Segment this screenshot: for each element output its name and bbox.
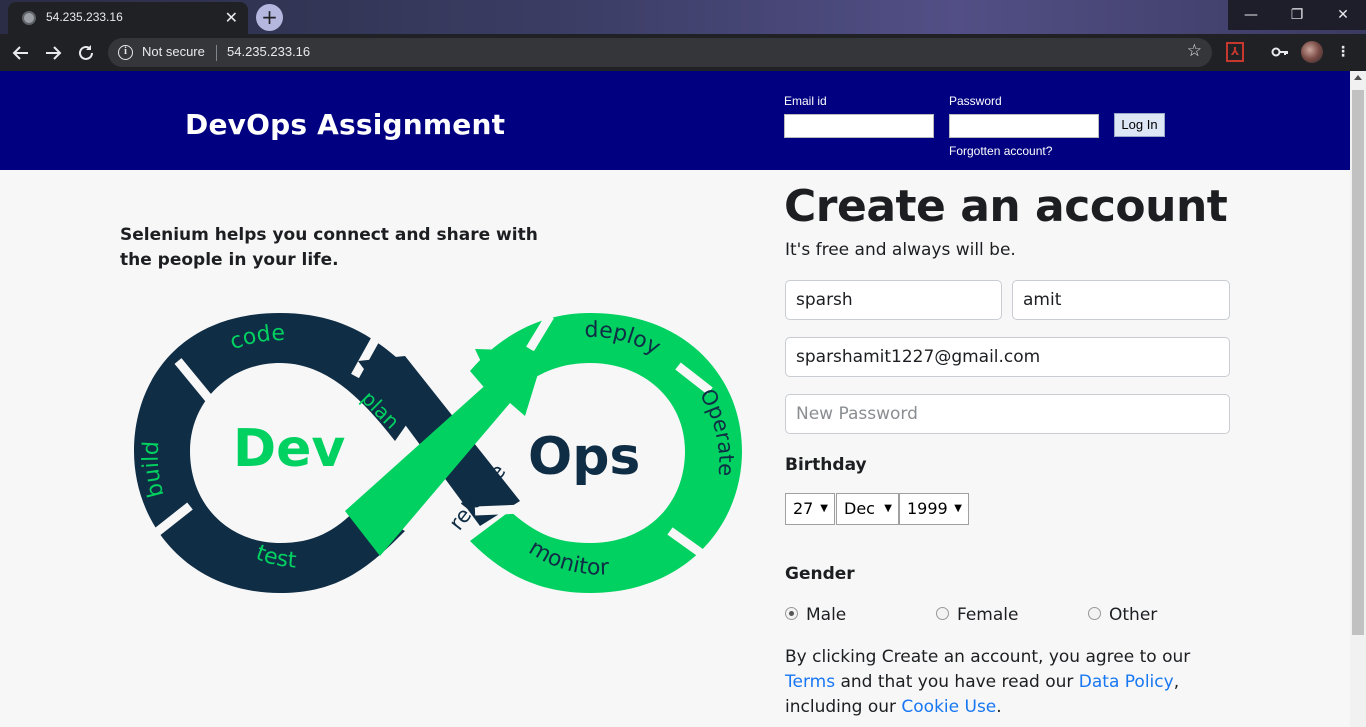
cookie-use-link[interactable]: Cookie Use	[901, 697, 996, 717]
gender-label: Gender	[785, 564, 855, 584]
terms-link[interactable]: Terms	[785, 672, 835, 692]
create-account-title: Create an account	[784, 181, 1228, 232]
close-window-button[interactable]: ✕	[1320, 0, 1366, 30]
first-name-input[interactable]: sparsh	[785, 280, 1002, 320]
login-email-input[interactable]	[784, 114, 934, 138]
email-label: Email id	[784, 94, 827, 108]
dev-label: Dev	[233, 419, 345, 479]
maximize-button[interactable]: ❐	[1274, 0, 1320, 30]
birthday-label: Birthday	[785, 455, 867, 475]
gender-radio-male[interactable]	[785, 607, 798, 620]
chevron-down-icon: ▼	[954, 503, 962, 514]
tab-strip: 54.235.233.16 ✕ + — ❐ ✕	[0, 0, 1366, 34]
birthday-month-select[interactable]: Dec ▼	[836, 493, 899, 525]
birthday-day-value: 27	[793, 499, 814, 518]
browser-toolbar: i Not secure 54.235.233.16 ☆ ⅄ ⋮	[0, 34, 1366, 71]
profile-avatar[interactable]	[1301, 41, 1323, 63]
tab-close-icon[interactable]: ✕	[225, 8, 238, 27]
birthday-year-value: 1999	[907, 499, 948, 518]
login-password-input[interactable]	[949, 114, 1099, 138]
scrollbar-thumb[interactable]	[1352, 90, 1364, 635]
tagline: Selenium helps you connect and share wit…	[120, 225, 538, 270]
forgotten-account-link[interactable]: Forgotten account?	[949, 144, 1052, 158]
devops-logo: Dev Ops code plan build test release dep…	[134, 313, 742, 593]
key-icon[interactable]	[1270, 42, 1290, 62]
pdf-extension-icon[interactable]: ⅄	[1226, 42, 1244, 62]
scroll-up-arrow-icon[interactable]	[1354, 75, 1362, 80]
info-icon[interactable]: i	[118, 45, 133, 60]
email-input[interactable]: sparshamit1227@gmail.com	[785, 337, 1230, 377]
birthday-day-select[interactable]: 27 ▼	[785, 493, 835, 525]
bookmark-star-icon[interactable]: ☆	[1187, 41, 1202, 61]
new-password-input[interactable]: New Password	[785, 394, 1230, 434]
top-header: DevOps Assignment Email id Password Log …	[0, 71, 1350, 170]
gender-radio-female[interactable]	[936, 607, 949, 620]
back-arrow-icon[interactable]	[8, 40, 34, 66]
birthday-year-select[interactable]: 1999 ▼	[899, 493, 969, 525]
login-button[interactable]: Log In	[1114, 113, 1165, 137]
chevron-down-icon: ▼	[820, 503, 828, 514]
create-account-subtitle: It's free and always will be.	[785, 240, 1016, 260]
surname-input[interactable]: amit	[1012, 280, 1230, 320]
page-content: DevOps Assignment Email id Password Log …	[0, 71, 1350, 727]
gender-label-male[interactable]: Male	[806, 605, 846, 625]
data-policy-link[interactable]: Data Policy	[1079, 672, 1174, 692]
password-label: Password	[949, 94, 1002, 108]
ops-label: Ops	[528, 427, 640, 487]
browser-tab[interactable]: 54.235.233.16 ✕	[8, 2, 248, 34]
terms-text: By clicking Create an account, you agree…	[785, 647, 1191, 717]
divider	[216, 45, 217, 61]
gender-label-female[interactable]: Female	[957, 605, 1018, 625]
page-scrollbar[interactable]	[1350, 71, 1366, 727]
reload-icon[interactable]	[73, 40, 99, 66]
more-menu-icon[interactable]: ⋮	[1336, 42, 1350, 62]
globe-icon	[22, 11, 36, 25]
chevron-down-icon: ▼	[884, 503, 892, 514]
birthday-month-value: Dec	[844, 499, 875, 518]
tab-title: 54.235.233.16	[46, 10, 123, 24]
new-tab-button[interactable]: +	[256, 4, 283, 31]
brand-title: DevOps Assignment	[185, 108, 506, 141]
forward-arrow-icon[interactable]	[40, 40, 66, 66]
security-label[interactable]: Not secure	[142, 44, 205, 59]
url-text[interactable]: 54.235.233.16	[227, 44, 310, 59]
address-bar[interactable]: i Not secure 54.235.233.16 ☆	[108, 38, 1212, 67]
gender-radio-other[interactable]	[1088, 607, 1101, 620]
minimize-button[interactable]: —	[1228, 0, 1274, 30]
gender-label-other[interactable]: Other	[1109, 605, 1157, 625]
